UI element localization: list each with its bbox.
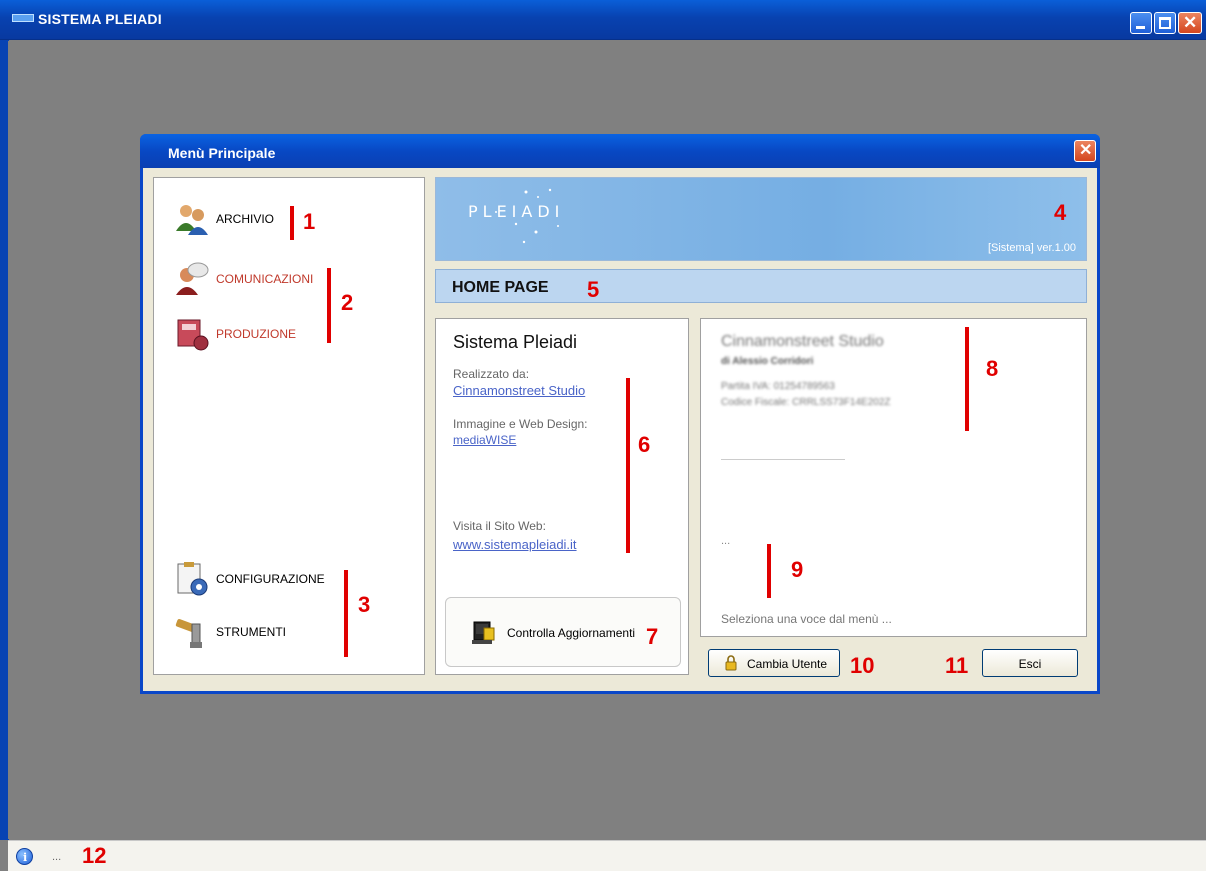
section-title-bar: HOME PAGE bbox=[435, 269, 1087, 303]
annotation-number: 10 bbox=[850, 653, 875, 678]
made-by-link[interactable]: Cinnamonstreet Studio bbox=[453, 383, 585, 398]
app-title: SISTEMA PLEIADI bbox=[38, 11, 162, 27]
chat-person-icon bbox=[174, 261, 210, 297]
annotation-marker bbox=[327, 268, 331, 343]
annotation-marker bbox=[965, 327, 969, 431]
annotation-number: 3 bbox=[358, 592, 371, 617]
minimize-button[interactable] bbox=[1130, 12, 1152, 34]
annotation-number: 1 bbox=[303, 209, 316, 234]
change-user-button[interactable]: Cambia Utente bbox=[708, 649, 840, 677]
info-heading: Sistema Pleiadi bbox=[453, 332, 578, 352]
menu-item-produzione[interactable]: PRODUZIONE bbox=[174, 316, 296, 352]
annotation-marker bbox=[626, 378, 630, 553]
pleiadi-logo: PLEIADI bbox=[468, 202, 565, 221]
section-title: HOME PAGE bbox=[452, 279, 549, 296]
annotation-number: 4 bbox=[1054, 200, 1067, 225]
menu-item-comunicazioni[interactable]: COMUNICAZIONI bbox=[174, 261, 313, 297]
menu-item-label: COMUNICAZIONI bbox=[216, 272, 314, 286]
dialog-close-button[interactable]: ✕ bbox=[1074, 140, 1096, 162]
info-icon: i bbox=[16, 848, 33, 865]
separator bbox=[721, 459, 845, 460]
computer-update-icon bbox=[468, 620, 498, 646]
dialog-client-area: ARCHIVIO COMUNICAZIONI PRODUZIONE CONFIG… bbox=[143, 168, 1097, 691]
company-tax-code: Codice Fiscale: CRRLSS73F14E202Z bbox=[721, 397, 891, 408]
menu-item-label: CONFIGURAZIONE bbox=[216, 572, 325, 586]
company-name: Cinnamonstreet Studio bbox=[721, 333, 884, 350]
close-icon: ✕ bbox=[1183, 13, 1198, 32]
menu-item-archivio[interactable]: ARCHIVIO bbox=[174, 201, 274, 237]
maximize-button[interactable] bbox=[1154, 12, 1176, 34]
header-banner: PLEIADI [Sistema] ver.1.00 bbox=[435, 177, 1087, 261]
dialog-title: Menù Principale bbox=[168, 145, 276, 161]
lock-icon bbox=[725, 655, 737, 671]
annotation-number: 12 bbox=[82, 843, 107, 868]
status-text: ... bbox=[52, 851, 62, 863]
annotation-marker bbox=[290, 206, 294, 240]
annotation-number: 2 bbox=[341, 290, 354, 315]
annotation-number: 5 bbox=[587, 277, 600, 302]
select-hint: Seleziona una voce dal menù ... bbox=[721, 612, 892, 626]
site-link[interactable]: www.sistemapleiadi.it bbox=[453, 537, 577, 552]
app-titlebar: SISTEMA PLEIADI ✕ bbox=[0, 0, 1206, 40]
detail-panel: Cinnamonstreet Studio di Alessio Corrido… bbox=[700, 318, 1087, 637]
exit-label: Esci bbox=[1018, 657, 1042, 671]
annotation-number: 7 bbox=[646, 624, 659, 649]
status-bar: i ... bbox=[8, 840, 1206, 871]
ellipsis-text: ... bbox=[721, 535, 731, 547]
machine-icon bbox=[174, 316, 210, 352]
main-menu-dialog: Menù Principale ✕ ARCHIVIO COMUNICAZIONI… bbox=[140, 134, 1100, 694]
change-user-label: Cambia Utente bbox=[747, 657, 828, 671]
version-label: [Sistema] ver.1.00 bbox=[987, 242, 1076, 254]
menu-item-label: ARCHIVIO bbox=[216, 212, 275, 226]
annotation-marker bbox=[344, 570, 348, 657]
made-by-label: Realizzato da: bbox=[453, 367, 530, 381]
menu-panel: ARCHIVIO COMUNICAZIONI PRODUZIONE CONFIG… bbox=[153, 177, 425, 675]
tools-icon bbox=[174, 614, 210, 650]
annotation-marker bbox=[767, 544, 771, 598]
menu-item-label: PRODUZIONE bbox=[216, 327, 297, 341]
check-updates-label: Controlla Aggiornamenti bbox=[507, 626, 636, 640]
close-icon: ✕ bbox=[1079, 142, 1093, 159]
app-icon bbox=[12, 14, 34, 22]
annotation-number: 9 bbox=[791, 557, 804, 582]
annotation-number: 11 bbox=[945, 653, 969, 678]
exit-button[interactable]: Esci bbox=[982, 649, 1078, 677]
dialog-titlebar: Menù Principale ✕ bbox=[140, 134, 1100, 168]
menu-item-configurazione[interactable]: CONFIGURAZIONE bbox=[174, 561, 325, 597]
window-close-button[interactable]: ✕ bbox=[1178, 12, 1202, 34]
users-icon bbox=[174, 201, 210, 237]
company-vat: Partita IVA: 01254789563 bbox=[721, 381, 835, 392]
menu-item-strumenti[interactable]: STRUMENTI bbox=[174, 614, 286, 650]
annotation-number: 6 bbox=[638, 432, 651, 457]
company-owner: di Alessio Corridori bbox=[721, 356, 814, 367]
annotation-number: 8 bbox=[986, 356, 999, 381]
menu-item-label: STRUMENTI bbox=[216, 625, 286, 639]
site-label: Visita il Sito Web: bbox=[453, 519, 546, 533]
design-label: Immagine e Web Design: bbox=[453, 417, 588, 431]
design-link[interactable]: mediaWISE bbox=[453, 433, 516, 447]
info-panel: Sistema Pleiadi Realizzato da: Cinnamons… bbox=[435, 318, 689, 675]
clipboard-gear-icon bbox=[174, 561, 210, 597]
